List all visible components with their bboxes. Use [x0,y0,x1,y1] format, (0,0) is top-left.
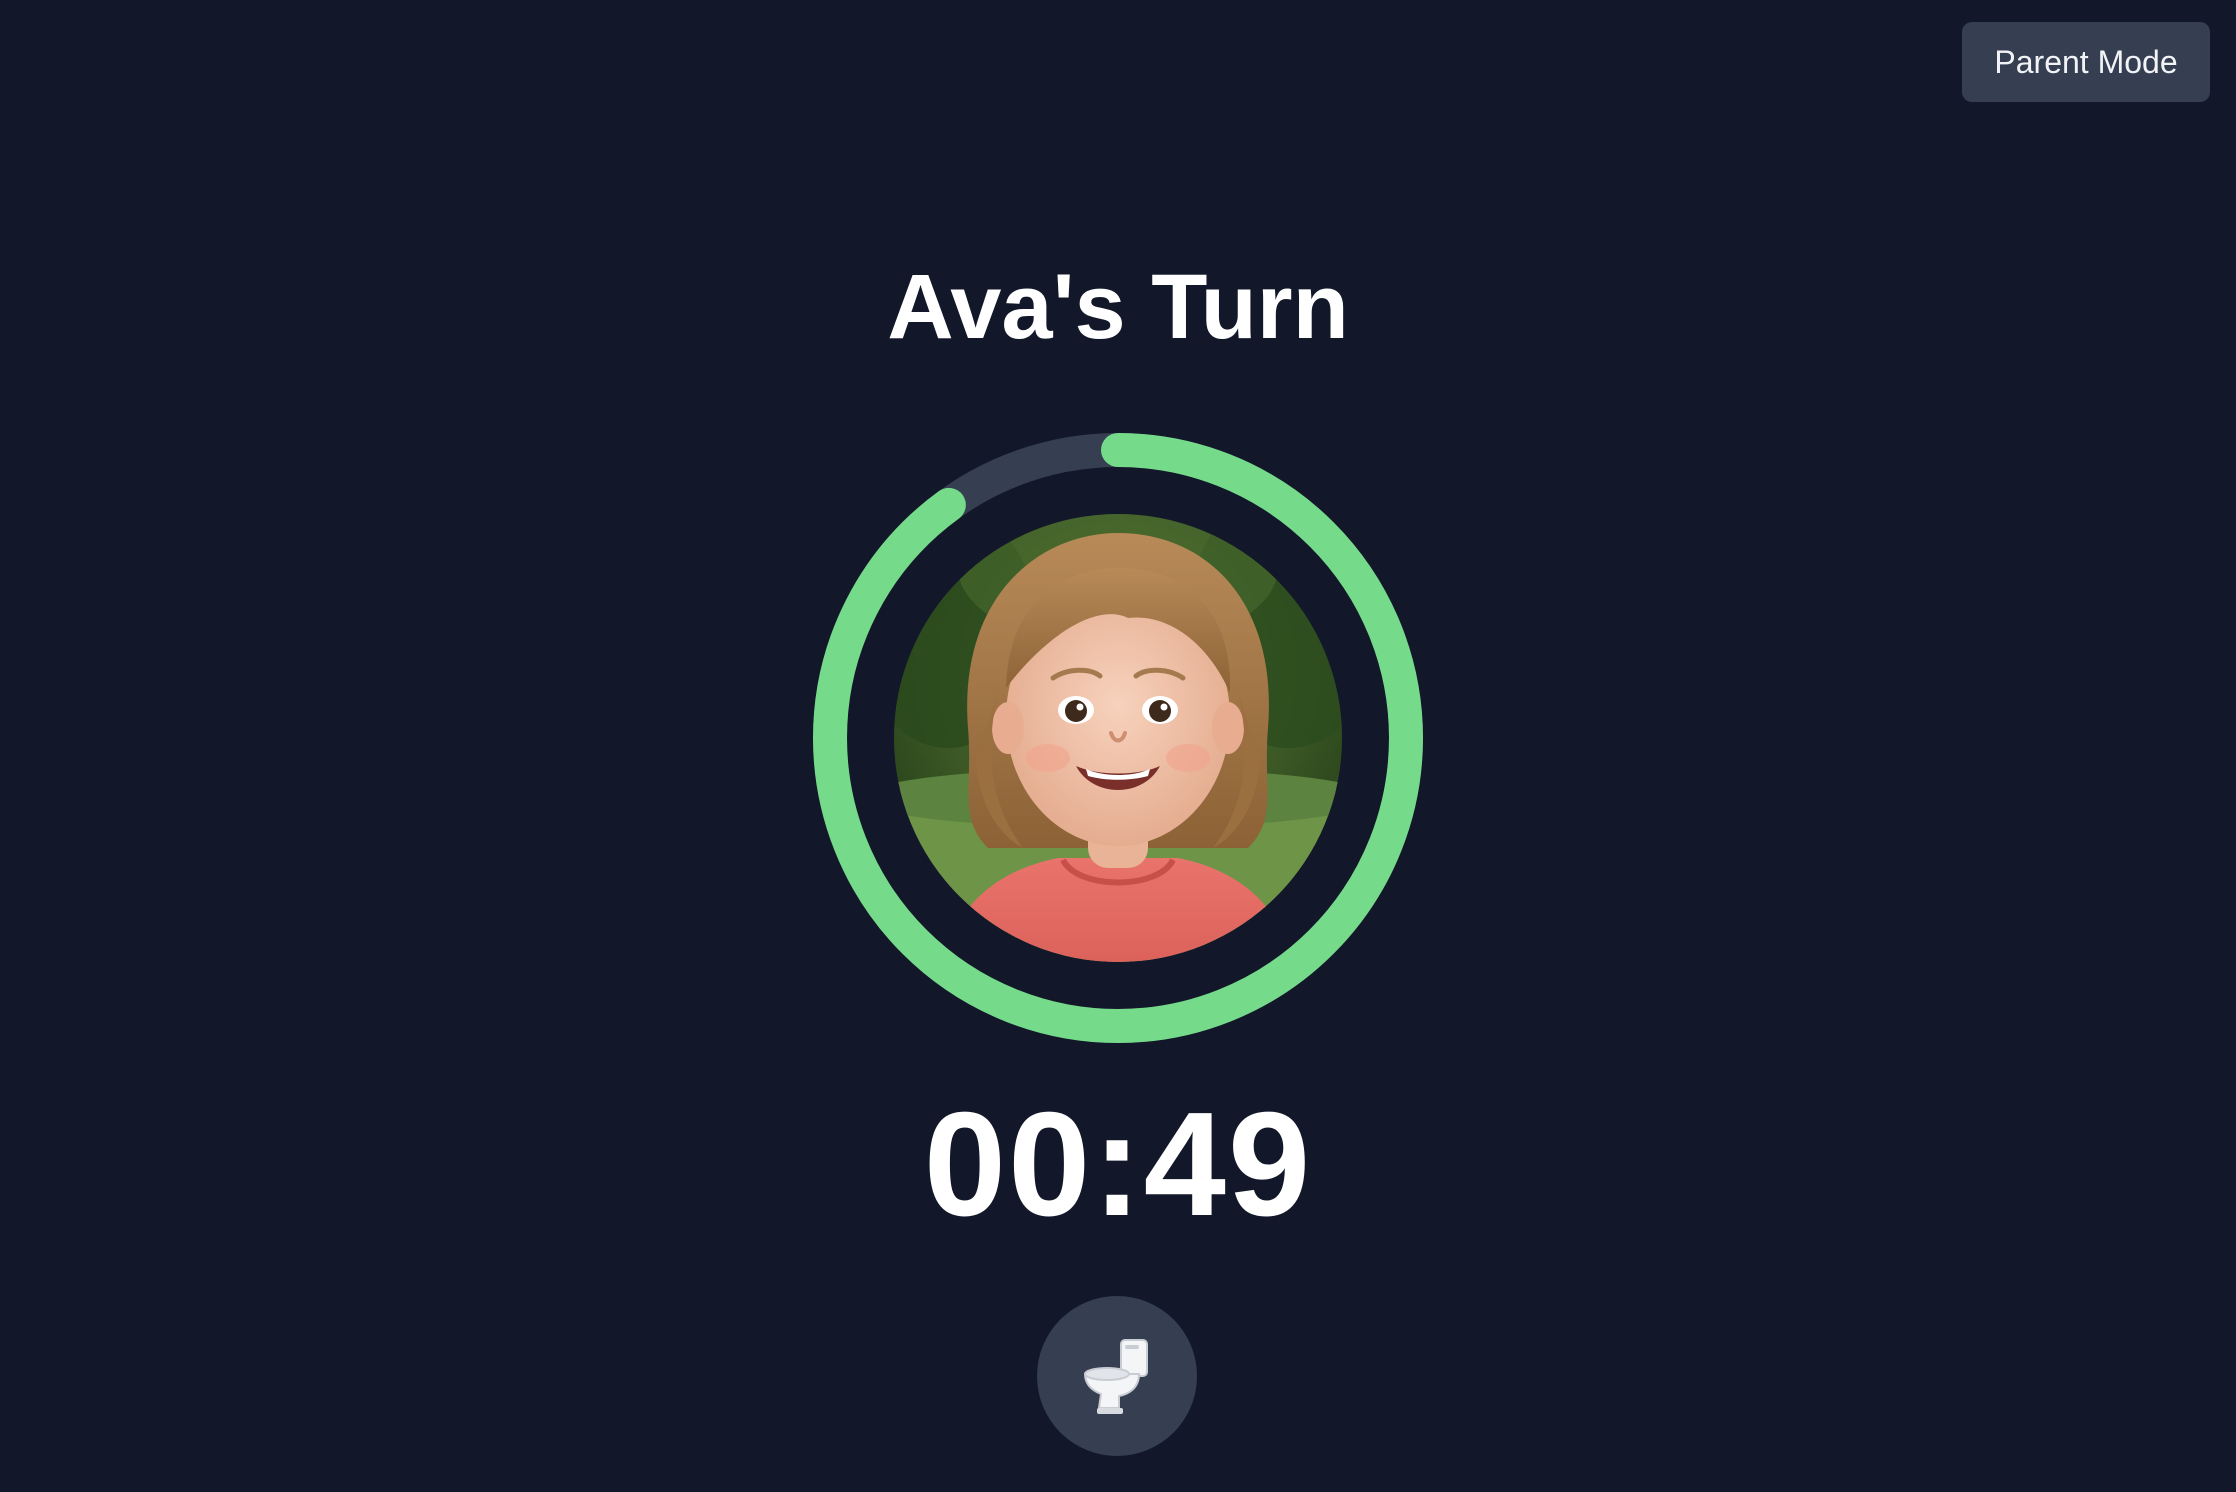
child-avatar [894,514,1342,962]
parent-mode-button[interactable]: Parent Mode [1962,22,2210,102]
timer-ring-graphic [813,433,1423,1043]
potty-break-button[interactable] [1037,1296,1197,1456]
timer-ring [808,428,1428,1048]
toilet-icon [1083,1339,1148,1414]
turn-title: Ava's Turn [887,256,1349,358]
turn-timer-screen: Parent Mode Ava's Turn 00:49 [0,0,2236,1492]
time-remaining: 00:49 [923,1082,1313,1247]
